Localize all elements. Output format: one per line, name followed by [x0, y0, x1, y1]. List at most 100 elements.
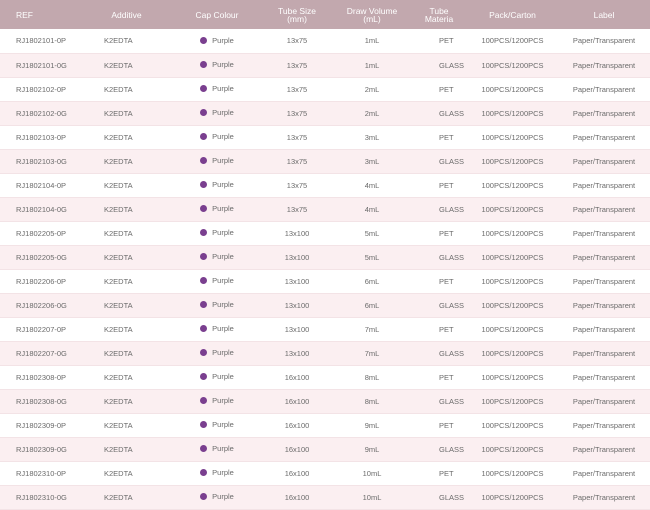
cell-tube-size: 16x100 — [261, 437, 333, 462]
cell-tube-material: PET — [411, 221, 467, 246]
cell-tube-material: PET — [411, 269, 467, 294]
cell-draw-volume: 10mL — [333, 485, 411, 510]
cell-label: Paper/Transparent — [558, 149, 650, 174]
cap-colour: Purple — [200, 396, 234, 405]
cell-draw-volume: 3mL — [333, 125, 411, 150]
cap-colour-dot-icon — [200, 469, 208, 476]
cap-colour-text: Purple — [212, 348, 234, 357]
cap-colour-text: Purple — [212, 420, 234, 429]
cell-additive: K2EDTA — [80, 245, 173, 270]
cell-draw-volume: 1mL — [333, 53, 411, 78]
cell-draw-volume: 7mL — [333, 341, 411, 366]
table-row: RJ1802205-0P K2EDTA Purple 13x100 5mL PET 100P… — [0, 221, 650, 246]
cap-colour-dot-icon — [200, 85, 208, 92]
cell-pack-carton: 100PCS/1200PCS — [467, 221, 558, 246]
cell-additive: K2EDTA — [80, 461, 173, 486]
cell-pack-carton: 100PCS/1200PCS — [467, 245, 558, 270]
header-text: (mL) — [363, 13, 381, 24]
cap-colour: Purple — [200, 276, 234, 285]
cell-ref: RJ1802309-0G — [0, 437, 80, 462]
cell-label: Paper/Transparent — [558, 173, 650, 198]
table-body: RJ1802101-0P K2EDTA Purple 13x75 1mL PET 100PC… — [0, 29, 650, 510]
cell-draw-volume: 9mL — [333, 437, 411, 462]
cell-ref: RJ1802102-0G — [0, 101, 80, 126]
cell-pack-carton: 100PCS/1200PCS — [467, 413, 558, 438]
cell-tube-material: GLASS — [411, 341, 467, 366]
cell-tube-material: PET — [411, 365, 467, 390]
cell-draw-volume: 7mL — [333, 317, 411, 342]
table-row: RJ1802205-0G K2EDTA Purple 13x100 5mL GLASS 10… — [0, 245, 650, 270]
cell-pack-carton: 100PCS/1200PCS — [467, 389, 558, 414]
header-text: REF — [16, 9, 33, 20]
cell-additive: K2EDTA — [80, 485, 173, 510]
cap-colour-text: Purple — [212, 35, 234, 45]
cell-additive: K2EDTA — [80, 173, 173, 198]
cap-colour: Purple — [200, 60, 234, 69]
cell-tube-size: 13x100 — [261, 221, 333, 246]
cell-additive: K2EDTA — [80, 53, 173, 78]
cell-cap-colour: Purple — [173, 437, 261, 462]
cell-cap-colour: Purple — [173, 149, 261, 174]
cell-draw-volume: 2mL — [333, 101, 411, 126]
cell-pack-carton: 100PCS/1200PCS — [467, 341, 558, 366]
cell-label: Paper/Transparent — [558, 461, 650, 486]
cell-tube-material: GLASS — [411, 101, 467, 126]
cell-cap-colour: Purple — [173, 173, 261, 198]
cell-cap-colour: Purple — [173, 389, 261, 414]
cell-tube-material: PET — [411, 413, 467, 438]
cell-additive: K2EDTA — [80, 77, 173, 102]
cell-tube-size: 13x75 — [261, 77, 333, 102]
cell-cap-colour: Purple — [173, 77, 261, 102]
cell-draw-volume: 5mL — [333, 245, 411, 270]
cell-ref: RJ1802207-0P — [0, 317, 80, 342]
cell-tube-material: GLASS — [411, 197, 467, 222]
cap-colour-text: Purple — [212, 180, 234, 189]
cell-draw-volume: 6mL — [333, 293, 411, 318]
cell-label: Paper/Transparent — [558, 125, 650, 150]
cap-colour-dot-icon — [200, 325, 208, 332]
cap-colour-dot-icon — [200, 373, 208, 380]
cell-pack-carton: 100PCS/1200PCS — [467, 269, 558, 294]
cell-cap-colour: Purple — [173, 293, 261, 318]
cap-colour: Purple — [200, 492, 234, 501]
cap-colour-dot-icon — [200, 253, 208, 260]
table-row: RJ1802207-0P K2EDTA Purple 13x100 7mL PET 100P… — [0, 317, 650, 342]
cell-tube-size: 13x75 — [261, 149, 333, 174]
header-col-cap-colour: Cap Colour — [173, 0, 261, 29]
cell-draw-volume: 1mL — [333, 29, 411, 54]
cap-colour-dot-icon — [200, 229, 208, 236]
cell-ref: RJ1802207-0G — [0, 341, 80, 366]
cap-colour-dot-icon — [200, 349, 208, 356]
cell-cap-colour: Purple — [173, 101, 261, 126]
cell-additive: K2EDTA — [80, 389, 173, 414]
cell-label: Paper/Transparent — [558, 221, 650, 246]
cell-tube-size: 13x100 — [261, 245, 333, 270]
cap-colour: Purple — [200, 180, 234, 189]
cell-tube-material: PET — [411, 77, 467, 102]
cell-additive: K2EDTA — [80, 29, 173, 54]
cell-tube-size: 13x100 — [261, 341, 333, 366]
cap-colour-text: Purple — [212, 372, 234, 381]
cell-tube-size: 16x100 — [261, 365, 333, 390]
cell-label: Paper/Transparent — [558, 269, 650, 294]
table-row: RJ1802102-0G K2EDTA Purple 13x75 2mL GLASS 100… — [0, 101, 650, 126]
cell-label: Paper/Transparent — [558, 101, 650, 126]
cap-colour-dot-icon — [200, 277, 208, 284]
header-col-label: Label — [558, 0, 650, 29]
cap-colour-text: Purple — [212, 252, 234, 261]
cell-ref: RJ1802205-0G — [0, 245, 80, 270]
cell-ref: RJ1802101-0G — [0, 53, 80, 78]
cell-draw-volume: 3mL — [333, 149, 411, 174]
cap-colour-dot-icon — [200, 61, 208, 68]
table-row: RJ1802310-0G K2EDTA Purple 16x100 10mL GLASS 1… — [0, 485, 650, 510]
header-col-ref: REF — [0, 0, 80, 29]
cell-pack-carton: 100PCS/1200PCS — [467, 197, 558, 222]
cap-colour: Purple — [200, 300, 234, 309]
cap-colour-text: Purple — [212, 468, 234, 477]
table-row: RJ1802206-0P K2EDTA Purple 13x100 6mL PET 100P… — [0, 269, 650, 294]
table-row: RJ1802309-0G K2EDTA Purple 16x100 9mL GLASS 10… — [0, 437, 650, 462]
header-text: Pack/Carton — [489, 9, 536, 20]
cell-tube-material: GLASS — [411, 389, 467, 414]
header-col-draw-volume: Draw Volume (mL) — [333, 0, 411, 29]
cap-colour: Purple — [200, 204, 234, 213]
